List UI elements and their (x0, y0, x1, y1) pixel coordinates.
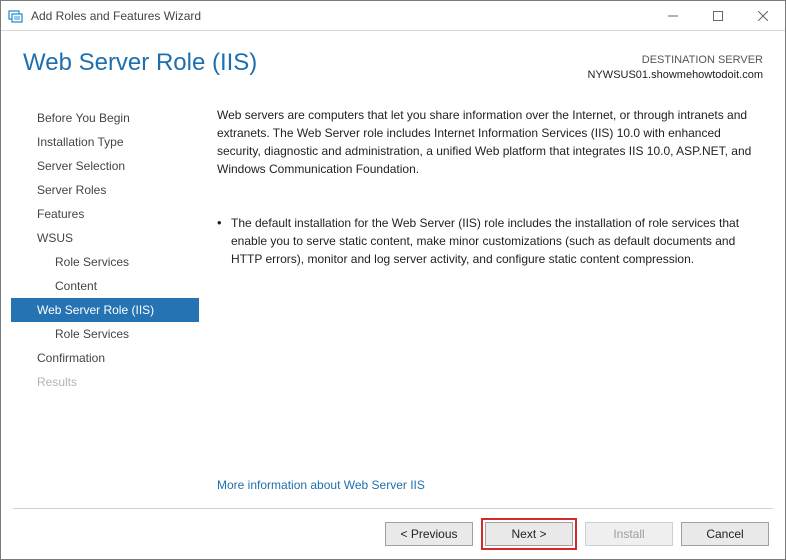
nav-item-role-services[interactable]: Role Services (11, 322, 199, 346)
bullet-icon: • (217, 214, 231, 268)
more-info-link[interactable]: More information about Web Server IIS (217, 476, 763, 508)
nav-item-confirmation[interactable]: Confirmation (11, 346, 199, 370)
nav-item-wsus[interactable]: WSUS (11, 226, 199, 250)
maximize-button[interactable] (695, 1, 740, 30)
next-button[interactable]: Next > (485, 522, 573, 546)
wizard-content: Web servers are computers that let you s… (199, 100, 765, 508)
nav-item-before-you-begin[interactable]: Before You Begin (11, 106, 199, 130)
wizard-footer: < Previous Next > Install Cancel (1, 509, 785, 559)
nav-item-installation-type[interactable]: Installation Type (11, 130, 199, 154)
nav-item-results: Results (11, 370, 199, 394)
content-spacer (217, 268, 763, 476)
wizard-nav: Before You BeginInstallation TypeServer … (1, 100, 199, 508)
nav-item-server-roles[interactable]: Server Roles (11, 178, 199, 202)
destination-info: DESTINATION SERVER NYWSUS01.showmehowtod… (588, 49, 763, 84)
nav-item-features[interactable]: Features (11, 202, 199, 226)
wizard-header: Web Server Role (IIS) DESTINATION SERVER… (1, 31, 785, 90)
app-icon (1, 8, 29, 24)
previous-button[interactable]: < Previous (385, 522, 473, 546)
bullet-text: The default installation for the Web Ser… (231, 214, 763, 268)
window-controls (650, 1, 785, 30)
destination-server: NYWSUS01.showmehowtodoit.com (588, 68, 763, 83)
titlebar: Add Roles and Features Wizard (1, 1, 785, 31)
close-button[interactable] (740, 1, 785, 30)
cancel-button[interactable]: Cancel (681, 522, 769, 546)
window-title: Add Roles and Features Wizard (29, 9, 650, 23)
wizard-body: Before You BeginInstallation TypeServer … (1, 90, 785, 508)
nav-item-content[interactable]: Content (11, 274, 199, 298)
page-title: Web Server Role (IIS) (23, 49, 588, 77)
destination-label: DESTINATION SERVER (588, 53, 763, 68)
nav-item-web-server-role-iis[interactable]: Web Server Role (IIS) (11, 298, 199, 322)
intro-text: Web servers are computers that let you s… (217, 106, 763, 178)
minimize-button[interactable] (650, 1, 695, 30)
install-button: Install (585, 522, 673, 546)
nav-item-role-services[interactable]: Role Services (11, 250, 199, 274)
nav-item-server-selection[interactable]: Server Selection (11, 154, 199, 178)
bullet-item: • The default installation for the Web S… (217, 214, 763, 268)
next-button-highlight: Next > (481, 518, 577, 550)
